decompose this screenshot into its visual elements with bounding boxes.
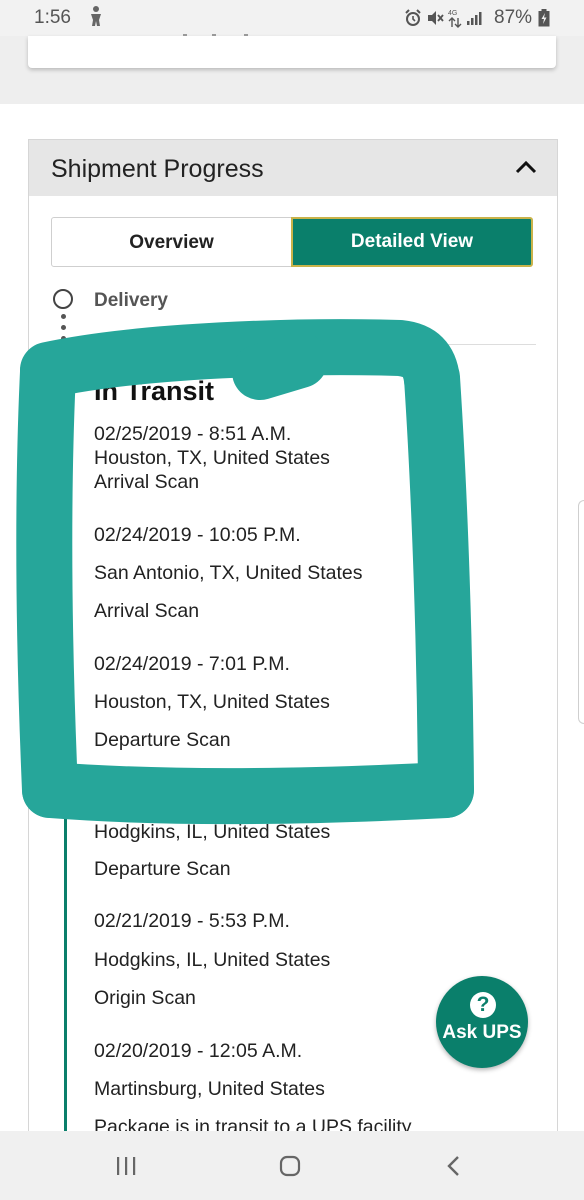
previous-card bbox=[28, 34, 556, 68]
event-status: Departure Scan bbox=[94, 729, 231, 751]
event-location: Houston, TX, United States bbox=[94, 447, 330, 469]
status-icons: 4G bbox=[404, 8, 484, 28]
signal-icon bbox=[467, 12, 482, 25]
ask-ups-button[interactable]: ? Ask UPS bbox=[436, 976, 528, 1068]
help-icon: ? bbox=[470, 992, 496, 1018]
event-status: Arrival Scan bbox=[94, 471, 200, 493]
home-icon[interactable] bbox=[279, 1155, 301, 1177]
event-location: Martinsburg, United States bbox=[94, 1078, 325, 1100]
view-toggle: Overview Detailed View bbox=[51, 217, 533, 269]
event-location: San Antonio, TX, United States bbox=[94, 562, 363, 584]
status-bar: 1:56 4G 87% bbox=[0, 0, 584, 36]
timeline-line bbox=[64, 780, 67, 1160]
divider bbox=[94, 344, 536, 345]
mute-icon bbox=[428, 11, 444, 25]
event-status: Departure Scan bbox=[94, 858, 231, 880]
delivery-stage-label: Delivery bbox=[94, 290, 168, 311]
edge-panel-handle[interactable] bbox=[578, 500, 584, 724]
alarm-icon bbox=[405, 9, 421, 26]
panel-header[interactable]: Shipment Progress bbox=[29, 140, 557, 196]
event-location: Hodgkins, IL, United States bbox=[94, 821, 331, 843]
person-icon bbox=[91, 6, 101, 26]
event-location: Houston, TX, United States bbox=[94, 691, 330, 713]
event-datetime: 02/24/2019 - 7:01 P.M. bbox=[94, 653, 290, 675]
navigation-bar bbox=[0, 1131, 584, 1200]
chevron-up-icon[interactable] bbox=[515, 160, 537, 174]
panel-title: Shipment Progress bbox=[51, 155, 264, 183]
event-location: Hodgkins, IL, United States bbox=[94, 949, 331, 971]
tab-overview[interactable]: Overview bbox=[51, 217, 292, 267]
svg-text:4G: 4G bbox=[448, 10, 457, 17]
tab-detailed-view[interactable]: Detailed View bbox=[291, 217, 533, 267]
in-transit-heading: In Transit bbox=[94, 376, 215, 406]
event-datetime: 02/24/2019 - 10:05 P.M. bbox=[94, 524, 301, 546]
event-datetime: 02/21/2019 - 5:53 P.M. bbox=[94, 910, 290, 932]
event-status: Origin Scan bbox=[94, 987, 196, 1009]
ask-ups-label: Ask UPS bbox=[442, 1022, 522, 1043]
battery-percent: 87% bbox=[494, 7, 533, 28]
recent-apps-icon[interactable] bbox=[114, 1155, 138, 1177]
event-datetime: 02/20/2019 - 12:05 A.M. bbox=[94, 1040, 303, 1062]
timeline-delivery-circle-icon bbox=[53, 289, 73, 309]
timeline-dotted-connector bbox=[61, 314, 66, 364]
event-status: Arrival Scan bbox=[94, 600, 200, 622]
battery-icon bbox=[538, 9, 550, 27]
status-time: 1:56 bbox=[34, 7, 71, 28]
event-datetime: 02/25/2019 - 8:51 A.M. bbox=[94, 423, 292, 445]
back-icon[interactable] bbox=[446, 1155, 460, 1177]
data-arrows-icon: 4G bbox=[448, 10, 462, 28]
